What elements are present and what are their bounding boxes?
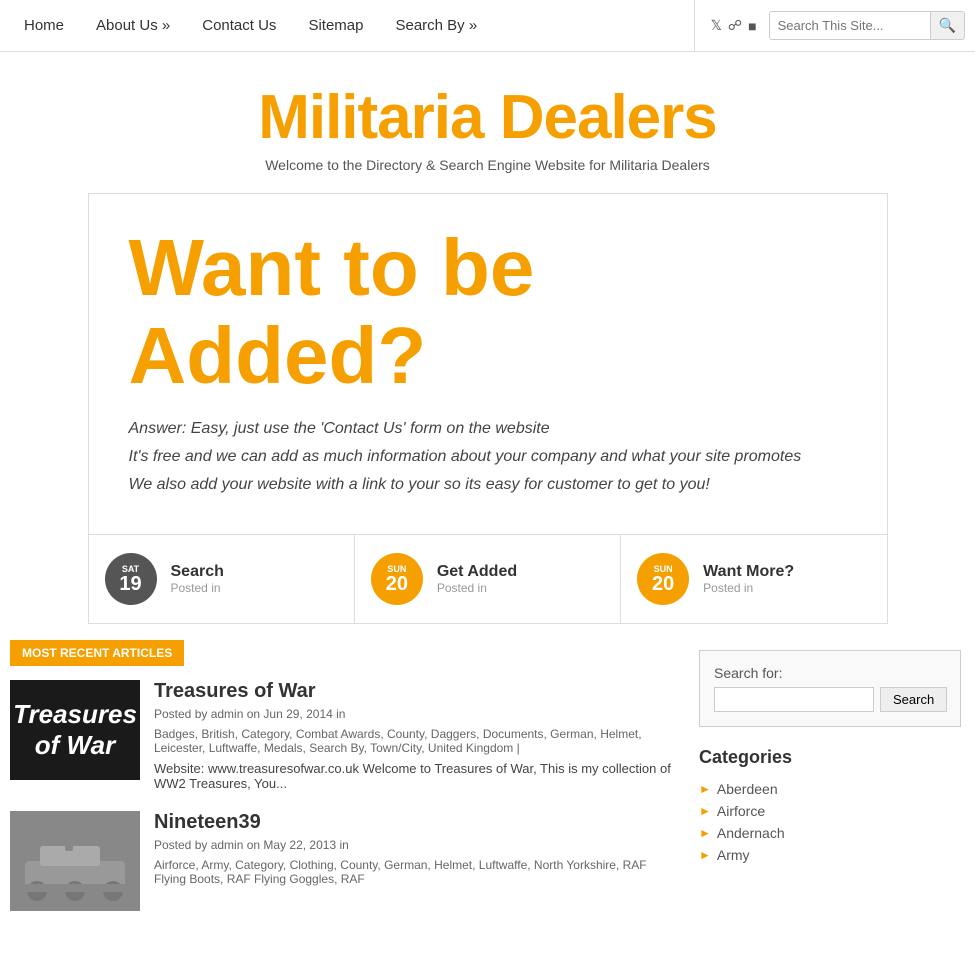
article-tags-nineteen39: Airforce, Army, Category, Clothing, Coun… [154, 858, 675, 886]
chevron-right-icon: ► [699, 782, 711, 796]
nav-sitemap[interactable]: Sitemap [294, 9, 377, 42]
sidebar-search-button[interactable]: Search [880, 687, 947, 712]
teaser-meta-search: Posted in [171, 581, 224, 595]
sidebar-search-row: Search [714, 687, 946, 712]
nineteen39-thumb-image [10, 811, 140, 911]
nav-links: Home About Us » Contact Us Sitemap Searc… [10, 9, 690, 42]
article-item-tow: Treasures of War Treasures of War Posted… [10, 680, 675, 791]
site-search-input[interactable] [770, 13, 930, 38]
nav-home[interactable]: Home [10, 9, 78, 42]
category-andernach[interactable]: ► Andernach [699, 822, 961, 844]
site-subtitle: Welcome to the Directory & Search Engine… [10, 157, 965, 173]
teaser-title-get-added: Get Added [437, 563, 517, 581]
sidebar-search-label: Search for: [714, 665, 946, 681]
hero-line-2: It's free and we can add as much informa… [129, 448, 847, 466]
category-label: Army [717, 847, 750, 863]
teaser-search[interactable]: SAT 19 Search Posted in [89, 535, 355, 623]
nav-contact[interactable]: Contact Us [188, 9, 290, 42]
site-search-button[interactable]: 🔍 [930, 12, 964, 39]
article-excerpt-tow: Website: www.treasuresofwar.co.uk Welcom… [154, 761, 675, 791]
sidebar: Search for: Search Categories ► Aberdeen… [685, 640, 975, 931]
teaser-text-want-more: Want More? Posted in [703, 563, 794, 595]
teaser-want-more[interactable]: SUN 20 Want More? Posted in [621, 535, 886, 623]
nav-separator [694, 0, 695, 52]
date-badge-search: SAT 19 [105, 553, 157, 605]
categories-title: Categories [699, 747, 961, 768]
sidebar-search-wrap: Search for: Search [699, 650, 961, 727]
rss-icon[interactable]: ☍ [728, 17, 742, 34]
twitter-icon[interactable]: 𝕏 [711, 17, 722, 34]
nav-about[interactable]: About Us » [82, 9, 184, 42]
facebook-icon[interactable]: ■ [748, 18, 756, 34]
article-meta-nineteen39: Posted by admin on May 22, 2013 in [154, 838, 675, 852]
chevron-right-icon: ► [699, 848, 711, 862]
nav-social-icons: 𝕏 ☍ ■ [711, 17, 757, 34]
date-badge-get-added: SUN 20 [371, 553, 423, 605]
post-teasers: SAT 19 Search Posted in SUN 20 Get Added… [88, 535, 888, 624]
category-aberdeen[interactable]: ► Aberdeen [699, 778, 961, 800]
category-label: Aberdeen [717, 781, 778, 797]
site-title: Militaria Dealers [10, 82, 965, 153]
tank-svg [15, 816, 135, 906]
category-army[interactable]: ► Army [699, 844, 961, 866]
article-thumb-tow: Treasures of War [10, 680, 140, 780]
teaser-get-added[interactable]: SUN 20 Get Added Posted in [355, 535, 621, 623]
teaser-text-search: Search Posted in [171, 563, 224, 595]
chevron-right-icon: ► [699, 826, 711, 840]
hero-title: Want to be Added? [129, 224, 847, 400]
article-title-nineteen39[interactable]: Nineteen39 [154, 811, 675, 834]
teaser-title-want-more: Want More? [703, 563, 794, 581]
date-badge-want-more: SUN 20 [637, 553, 689, 605]
category-label: Airforce [717, 803, 765, 819]
category-airforce[interactable]: ► Airforce [699, 800, 961, 822]
article-title-tow[interactable]: Treasures of War [154, 680, 675, 703]
chevron-right-icon: ► [699, 804, 711, 818]
hero-line-1: Answer: Easy, just use the 'Contact Us' … [129, 420, 847, 438]
day-num-get-added: 20 [386, 574, 408, 594]
article-tags-tow: Badges, British, Category, Combat Awards… [154, 727, 675, 755]
site-header: Militaria Dealers Welcome to the Directo… [0, 52, 975, 193]
day-num-search: 19 [119, 574, 141, 594]
hero-body: Answer: Easy, just use the 'Contact Us' … [129, 420, 847, 494]
tow-thumb-image: Treasures of War [10, 680, 140, 780]
article-item-nineteen39: Nineteen39 Posted by admin on May 22, 20… [10, 811, 675, 911]
teaser-meta-get-added: Posted in [437, 581, 517, 595]
hero-banner: Want to be Added? Answer: Easy, just use… [88, 193, 888, 535]
article-info-tow: Treasures of War Posted by admin on Jun … [154, 680, 675, 791]
nav-bar: Home About Us » Contact Us Sitemap Searc… [0, 0, 975, 52]
site-search-wrap: 🔍 [769, 11, 965, 40]
article-thumb-nineteen39 [10, 811, 140, 911]
article-meta-tow: Posted by admin on Jun 29, 2014 in [154, 707, 675, 721]
content-area: Most Recent Articles Treasures of War Tr… [0, 640, 685, 931]
teaser-meta-want-more: Posted in [703, 581, 794, 595]
nav-searchby[interactable]: Search By » [381, 9, 491, 42]
sidebar-search-input[interactable] [714, 687, 874, 712]
hero-line-3: We also add your website with a link to … [129, 476, 847, 494]
most-recent-label: Most Recent Articles [10, 640, 184, 666]
teaser-title-search: Search [171, 563, 224, 581]
main-layout: Most Recent Articles Treasures of War Tr… [0, 640, 975, 931]
article-info-nineteen39: Nineteen39 Posted by admin on May 22, 20… [154, 811, 675, 886]
category-label: Andernach [717, 825, 785, 841]
teaser-text-get-added: Get Added Posted in [437, 563, 517, 595]
day-num-want-more: 20 [652, 574, 674, 594]
